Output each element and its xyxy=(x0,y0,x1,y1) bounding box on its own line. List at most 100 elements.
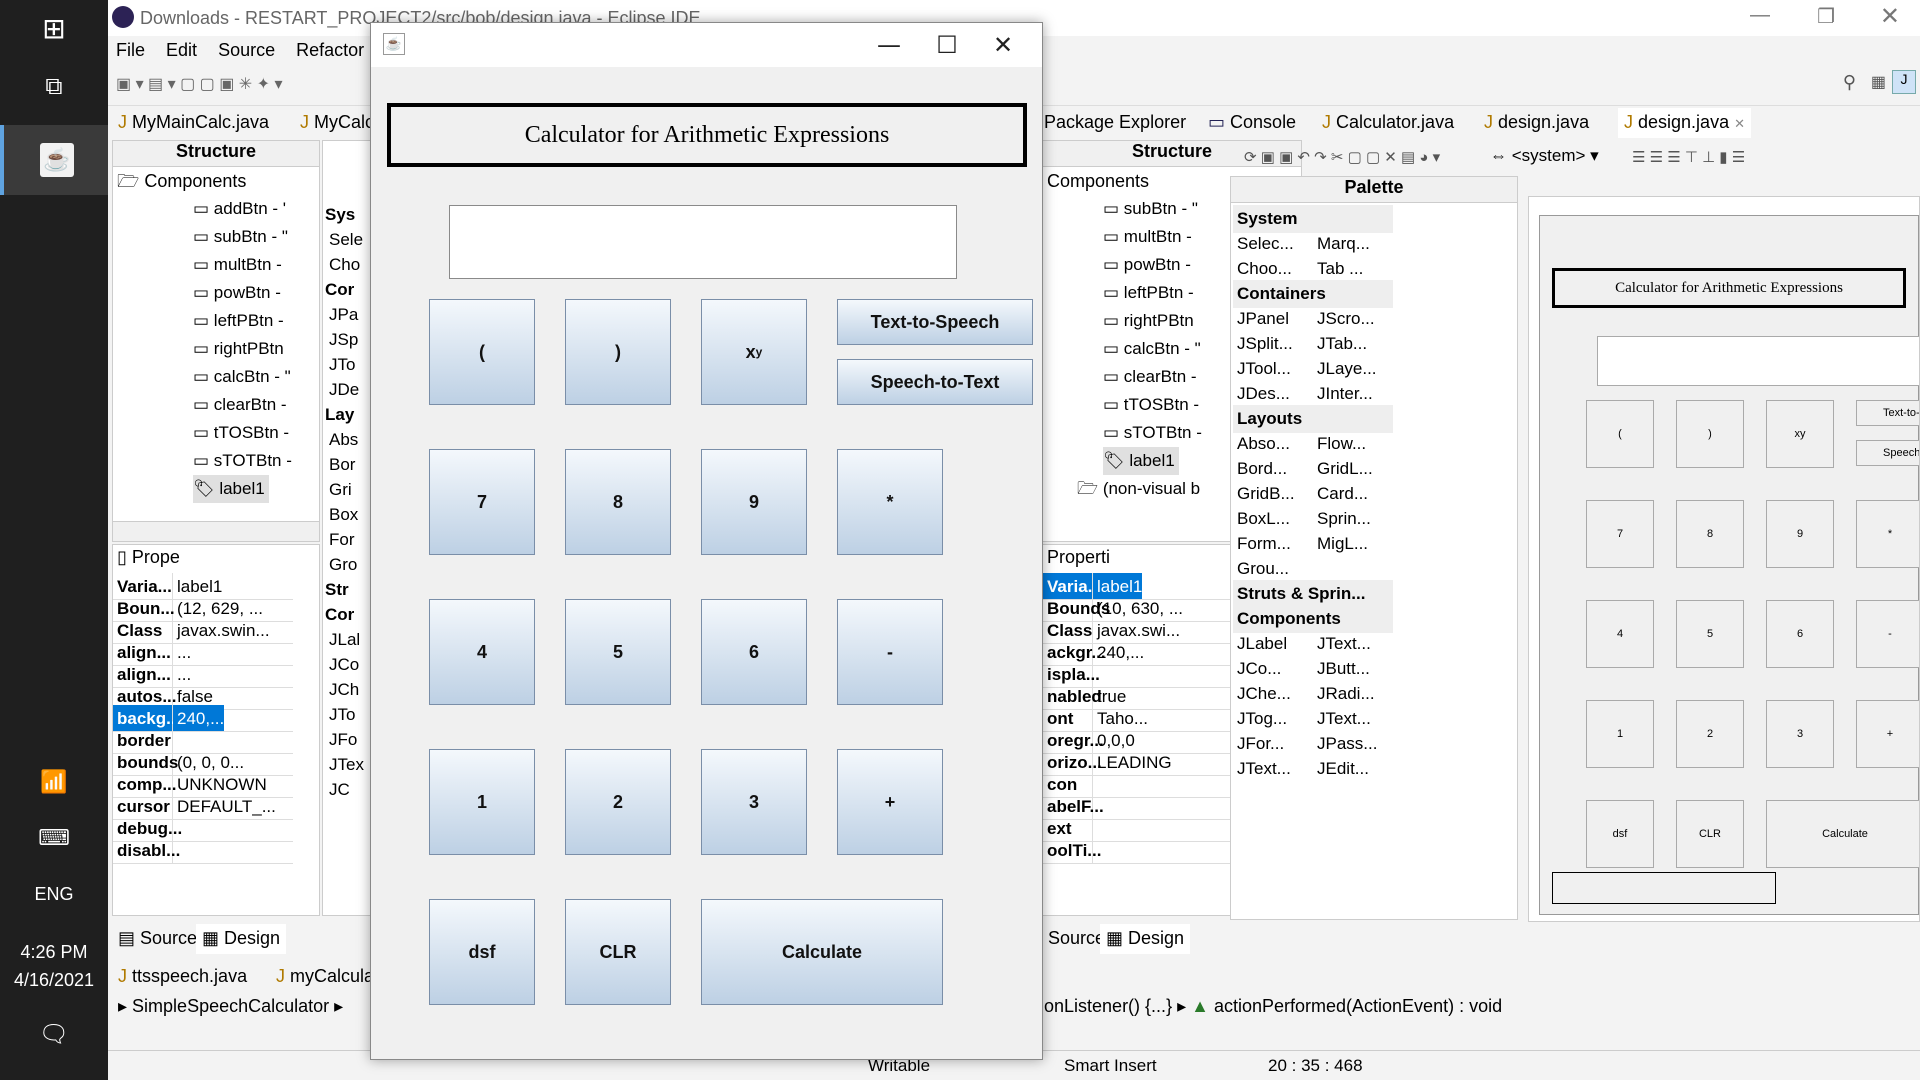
breadcrumb-left[interactable]: ▸ SimpleSpeechCalculator ▸ xyxy=(112,992,349,1022)
left-palette-section[interactable]: Sys xyxy=(325,201,355,229)
left-palette-item[interactable]: JCh xyxy=(329,676,359,704)
clear-button[interactable]: CLR xyxy=(565,899,671,1005)
rtree-calcbtn[interactable]: ▭ calcBtn - " xyxy=(1103,335,1201,363)
left-palette-item[interactable]: JLal xyxy=(329,626,360,654)
left-palette-section[interactable]: Cor xyxy=(325,601,354,629)
left-palette-item[interactable]: Abs xyxy=(329,426,358,454)
three-button[interactable]: 3 xyxy=(701,749,807,855)
eight-button[interactable]: 8 xyxy=(565,449,671,555)
left-design-tab[interactable]: ▦ Design xyxy=(196,924,287,954)
align-icons[interactable]: ☰ ☰ ☰ ⊤ ⊥ ▮ ☰ xyxy=(1632,148,1745,166)
preview-lparen[interactable]: ( xyxy=(1586,400,1654,468)
preview-eight[interactable]: 8 xyxy=(1676,500,1744,568)
breadcrumb-right[interactable]: onListener() {...} ▸ ▲ actionPerformed(A… xyxy=(1038,992,1508,1022)
language-indicator[interactable]: ENG xyxy=(0,884,108,905)
preview-pow[interactable]: xy xyxy=(1766,400,1834,468)
tab-mycalcula[interactable]: J myCalcula xyxy=(270,962,381,992)
preview-five[interactable]: 5 xyxy=(1676,600,1744,668)
right-design-tab[interactable]: ▦ Design xyxy=(1100,924,1191,954)
calculate-button[interactable]: Calculate xyxy=(701,899,943,1005)
rtree-rightpbtn[interactable]: ▭ rightPBtn xyxy=(1103,307,1194,335)
left-palette-item[interactable]: JTex xyxy=(329,751,364,779)
preview-clr[interactable]: CLR xyxy=(1676,800,1744,868)
preview-three[interactable]: 3 xyxy=(1766,700,1834,768)
preview-two[interactable]: 2 xyxy=(1676,700,1744,768)
menu-refactor[interactable]: Refactor xyxy=(288,36,372,65)
rtree-label1[interactable]: 🏷 label1 xyxy=(1103,447,1179,475)
palette-item[interactable]: Abso... xyxy=(1237,430,1290,458)
palette-item[interactable]: JText... xyxy=(1317,705,1371,733)
left-palette-item[interactable]: JFo xyxy=(329,726,357,754)
left-palette-section[interactable]: Str xyxy=(325,576,349,604)
preview-one[interactable]: 1 xyxy=(1586,700,1654,768)
close-icon[interactable]: ✕ xyxy=(1880,2,1900,31)
tree-label1[interactable]: 🏷 label1 xyxy=(193,475,269,503)
left-palette-item[interactable]: Bor xyxy=(329,451,355,479)
property-row[interactable]: disabl... xyxy=(113,837,293,864)
palette-item[interactable]: JRadi... xyxy=(1317,680,1375,708)
left-palette-item[interactable]: JC xyxy=(329,776,350,804)
tree-clearbtn[interactable]: ▭ clearBtn - xyxy=(193,391,287,419)
rtree-subbtn[interactable]: ▭ subBtn - " xyxy=(1103,195,1198,223)
tab-package-explorer[interactable]: Package Explorer xyxy=(1038,108,1193,138)
keyboard-icon[interactable]: ⌨ xyxy=(0,826,108,851)
design-toolbar-icons[interactable]: ⟳ ▣ ▣ ↶ ↷ ✂ ▢ ▢ ✕ ▤ ◕ ▾ xyxy=(1244,148,1440,166)
tab-mycalc[interactable]: J MyCalc xyxy=(294,108,381,138)
eclipse-taskbar-item[interactable]: ☕ xyxy=(0,125,108,195)
rtree-powbtn[interactable]: ▭ powBtn - xyxy=(1103,251,1191,279)
tab-design-2[interactable]: J design.java ✕ xyxy=(1618,108,1752,138)
tree-subbtn[interactable]: ▭ subBtn - " xyxy=(193,223,288,251)
task-view-icon[interactable]: ⧉ xyxy=(0,72,108,100)
left-palette-item[interactable]: JTo xyxy=(329,351,355,379)
preview-selected-label[interactable] xyxy=(1552,872,1776,904)
preview-rparen[interactable]: ) xyxy=(1676,400,1744,468)
palette-item[interactable]: Marq... xyxy=(1317,230,1370,258)
palette-item[interactable]: MigL... xyxy=(1317,530,1368,558)
tree-multbtn[interactable]: ▭ multBtn - xyxy=(193,251,282,279)
palette-item[interactable]: JDes... xyxy=(1237,380,1290,408)
calc-maximize-icon[interactable]: ☐ xyxy=(919,23,975,67)
palette-item[interactable]: JText... xyxy=(1317,630,1371,658)
clock-time[interactable]: 4:26 PM xyxy=(0,942,108,963)
two-button[interactable]: 2 xyxy=(565,749,671,855)
left-palette-item[interactable]: Cho xyxy=(329,251,360,279)
palette-item[interactable]: Form... xyxy=(1237,530,1291,558)
preview-dsf[interactable]: dsf xyxy=(1586,800,1654,868)
tree-addbtn[interactable]: ▭ addBtn - ' xyxy=(193,195,286,223)
rtree-stotbtn[interactable]: ▭ sTOTBtn - xyxy=(1103,419,1202,447)
new-icon[interactable]: ▣ ▾ ▤ ▾ ▢ ▢ ▣ ✳ ✦ ▾ xyxy=(116,74,283,94)
menu-source[interactable]: Source xyxy=(210,36,283,65)
rtree-multbtn[interactable]: ▭ multBtn - xyxy=(1103,223,1192,251)
dsf-button[interactable]: dsf xyxy=(429,899,535,1005)
menu-edit[interactable]: Edit xyxy=(158,36,205,65)
tree-powbtn[interactable]: ▭ powBtn - xyxy=(193,279,281,307)
palette-item[interactable]: JTog... xyxy=(1237,705,1287,733)
palette-item[interactable]: Flow... xyxy=(1317,430,1366,458)
palette-item[interactable]: JLaye... xyxy=(1317,355,1377,383)
notification-icon[interactable]: 🗨 xyxy=(0,1020,108,1048)
palette-item[interactable]: JSplit... xyxy=(1237,330,1293,358)
system-combo[interactable]: ⇔ <system> ▾ xyxy=(1490,146,1599,166)
lparen-button[interactable]: ( xyxy=(429,299,535,405)
preview-four[interactable]: 4 xyxy=(1586,600,1654,668)
palette-item[interactable]: JEdit... xyxy=(1317,755,1369,783)
palette-item[interactable]: Choo... xyxy=(1237,255,1292,283)
tab-design-1[interactable]: J design.java xyxy=(1478,108,1596,138)
palette-item[interactable]: Grou... xyxy=(1237,555,1289,583)
palette-section-header[interactable]: Struts & Sprin... xyxy=(1233,580,1393,608)
preview-stt[interactable]: Speech-to-Text xyxy=(1856,440,1919,466)
palette-item[interactable]: JLabel xyxy=(1237,630,1287,658)
palette-item[interactable]: JFor... xyxy=(1237,730,1284,758)
calc-minimize-icon[interactable]: — xyxy=(861,23,917,67)
left-palette-item[interactable]: Sele xyxy=(329,226,363,254)
tree-leftpbtn[interactable]: ▭ leftPBtn - xyxy=(193,307,284,335)
palette-item[interactable]: Bord... xyxy=(1237,455,1287,483)
left-palette-item[interactable]: JCo xyxy=(329,651,359,679)
power-button[interactable]: xy xyxy=(701,299,807,405)
tree-rightpbtn[interactable]: ▭ rightPBtn xyxy=(193,335,284,363)
left-palette-item[interactable]: JPa xyxy=(329,301,358,329)
palette-item[interactable]: JButt... xyxy=(1317,655,1370,683)
left-palette-item[interactable]: JSp xyxy=(329,326,358,354)
preview-minus[interactable]: - xyxy=(1856,600,1919,668)
six-button[interactable]: 6 xyxy=(701,599,807,705)
